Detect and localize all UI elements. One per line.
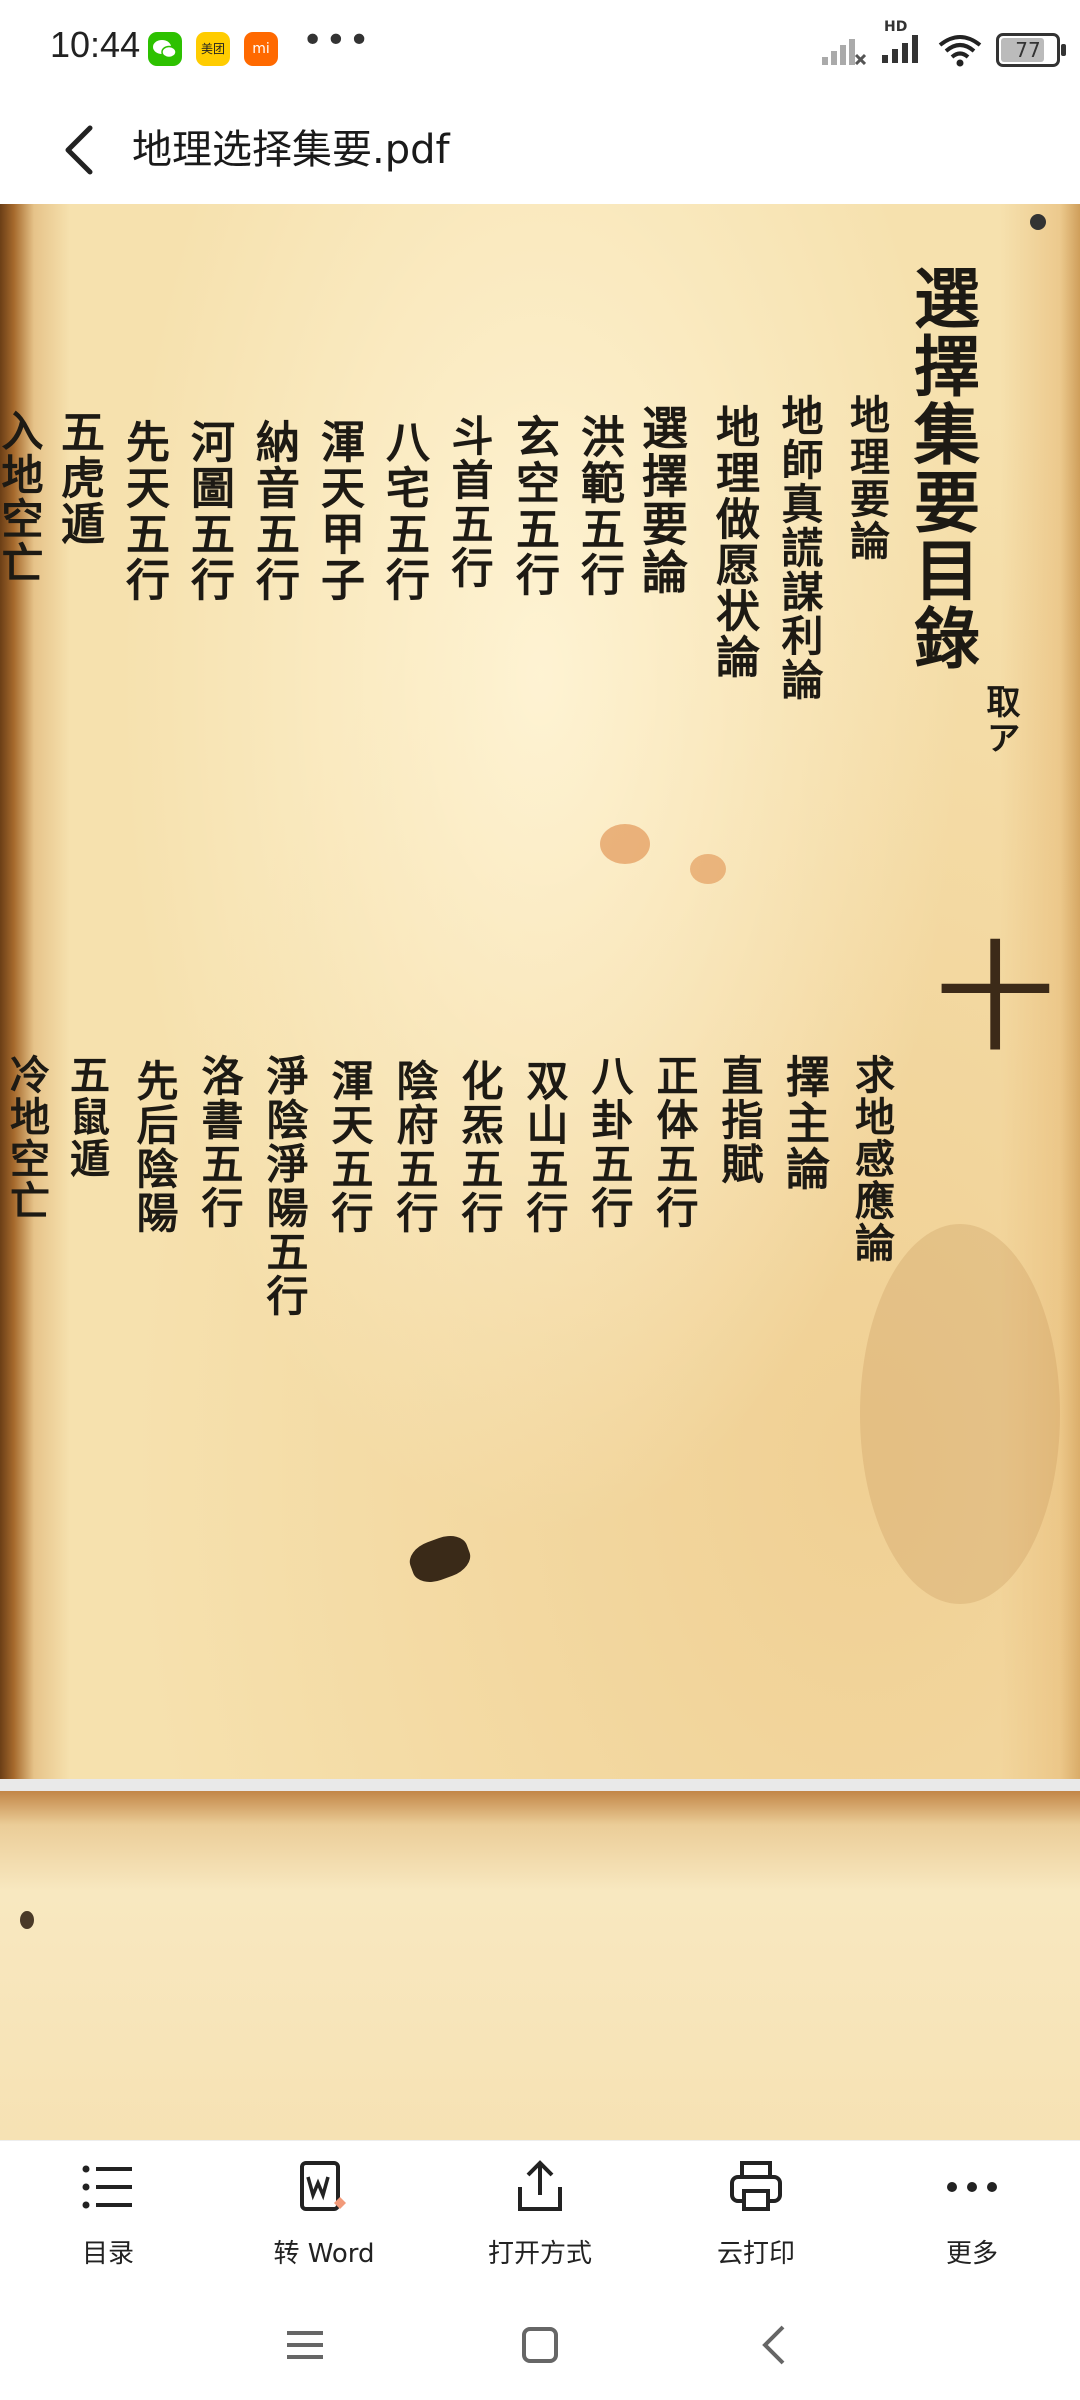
more-notifications-icon: •••	[302, 20, 372, 61]
toc-entry: 直指賦	[715, 1054, 764, 1186]
page-heading-note: 取ア	[980, 684, 1020, 756]
toc-entry: 地理做愿状論	[708, 404, 759, 680]
toc-entry: 八卦五行	[585, 1054, 634, 1230]
toc-entry: 先后陰陽	[130, 1059, 179, 1235]
hd-label: HD	[884, 19, 908, 35]
toc-entry: 河圖五行	[183, 419, 234, 603]
battery-level: 77	[1015, 38, 1041, 62]
toc-entry: 先天五行	[118, 419, 169, 603]
more-label: 更多	[945, 2239, 998, 2269]
printer-icon	[730, 2161, 782, 2211]
status-bar: 10:44 美团 mi ••• HD 77	[0, 0, 1080, 100]
bottom-toolbar: 目录 转 Word 打开方式 云打印 更多	[0, 2140, 1080, 2291]
pdf-page-2	[0, 1791, 1080, 2140]
cloud-print-label: 云打印	[716, 2239, 795, 2269]
mi-icon: mi	[244, 32, 278, 66]
toc-entry: 地理要論	[843, 394, 890, 562]
stain	[600, 824, 650, 864]
pdf-viewer[interactable]: 選擇集要目錄 取ア 地理要論 地師真謊謀利論 地理做愿状論 選擇要論 洪範五行 …	[0, 204, 1080, 2140]
stain	[860, 1224, 1060, 1604]
toc-label: 目录	[81, 2239, 134, 2269]
toc-entry: 洛書五行	[195, 1054, 244, 1230]
more-button[interactable]: 更多	[882, 2141, 1062, 2291]
toc-entry: 冷地空亡	[3, 1054, 50, 1222]
open-with-label: 打开方式	[487, 2239, 592, 2269]
ink-blot	[404, 1529, 476, 1589]
pdf-page-1: 選擇集要目錄 取ア 地理要論 地師真謊謀利論 地理做愿状論 選擇要論 洪範五行 …	[0, 204, 1080, 1779]
convert-word-button[interactable]: 转 Word	[234, 2141, 414, 2291]
margin-mark: 十	[914, 934, 1053, 1056]
system-nav-bar	[0, 2290, 1080, 2400]
toc-entry: 擇主論	[778, 1054, 829, 1192]
toc-entry: 淨陰淨陽五行	[260, 1054, 309, 1318]
wifi-icon	[938, 35, 982, 67]
toc-entry: 八宅五行	[378, 419, 429, 603]
stain	[690, 854, 726, 884]
cellular-signal-2-icon	[882, 35, 918, 63]
toc-entry: 玄空五行	[508, 414, 559, 598]
wechat-icon	[148, 32, 182, 66]
battery-icon: 77	[996, 33, 1066, 67]
meituan-icon: 美团	[196, 32, 230, 66]
convert-word-icon	[300, 2161, 346, 2211]
app-header: 地理选择集要.pdf	[0, 100, 1080, 204]
toc-entry: 渾天甲子	[313, 419, 364, 603]
toc-entry: 入地空亡	[0, 409, 44, 585]
toc-entry: 納音五行	[248, 419, 299, 603]
home-icon[interactable]	[510, 2315, 570, 2375]
document-title: 地理选择集要.pdf	[132, 127, 450, 173]
toc-entry: 陰府五行	[390, 1059, 439, 1235]
toc-entry: 渾天五行	[325, 1059, 374, 1235]
toc-entry: 五虎遁	[53, 409, 104, 547]
menu-icon[interactable]	[275, 2315, 335, 2375]
ink-dot	[1030, 214, 1046, 230]
list-icon	[82, 2165, 132, 2209]
share-icon	[518, 2160, 562, 2211]
toc-entry: 斗首五行	[445, 414, 494, 590]
page-heading: 選擇集要目錄	[903, 264, 981, 672]
convert-word-label: 转 Word	[273, 2239, 375, 2269]
toc-entry: 正体五行	[650, 1054, 699, 1230]
status-time: 10:44	[50, 24, 141, 65]
cloud-print-button[interactable]: 云打印	[666, 2141, 846, 2291]
cellular-signal-1-icon	[822, 39, 866, 65]
toc-button[interactable]: 目录	[18, 2141, 198, 2291]
toc-entry: 求地感應論	[848, 1054, 895, 1264]
back-button[interactable]	[48, 118, 112, 182]
toc-entry: 五鼠遁	[63, 1054, 110, 1180]
ink-dot	[20, 1911, 34, 1929]
toc-entry: 洪範五行	[573, 414, 624, 598]
toc-entry: 地師真謊謀利論	[775, 394, 824, 702]
more-icon	[947, 2182, 997, 2192]
cellular-signal-2: HD	[880, 19, 924, 67]
chevron-left-icon	[65, 125, 93, 175]
toc-entry: 選擇要論	[635, 404, 689, 596]
toc-entry: 双山五行	[520, 1059, 569, 1235]
back-icon[interactable]	[745, 2315, 805, 2375]
toc-entry: 化炁五行	[455, 1059, 504, 1235]
status-right-group: HD 77	[822, 19, 1066, 72]
open-with-button[interactable]: 打开方式	[450, 2141, 630, 2291]
